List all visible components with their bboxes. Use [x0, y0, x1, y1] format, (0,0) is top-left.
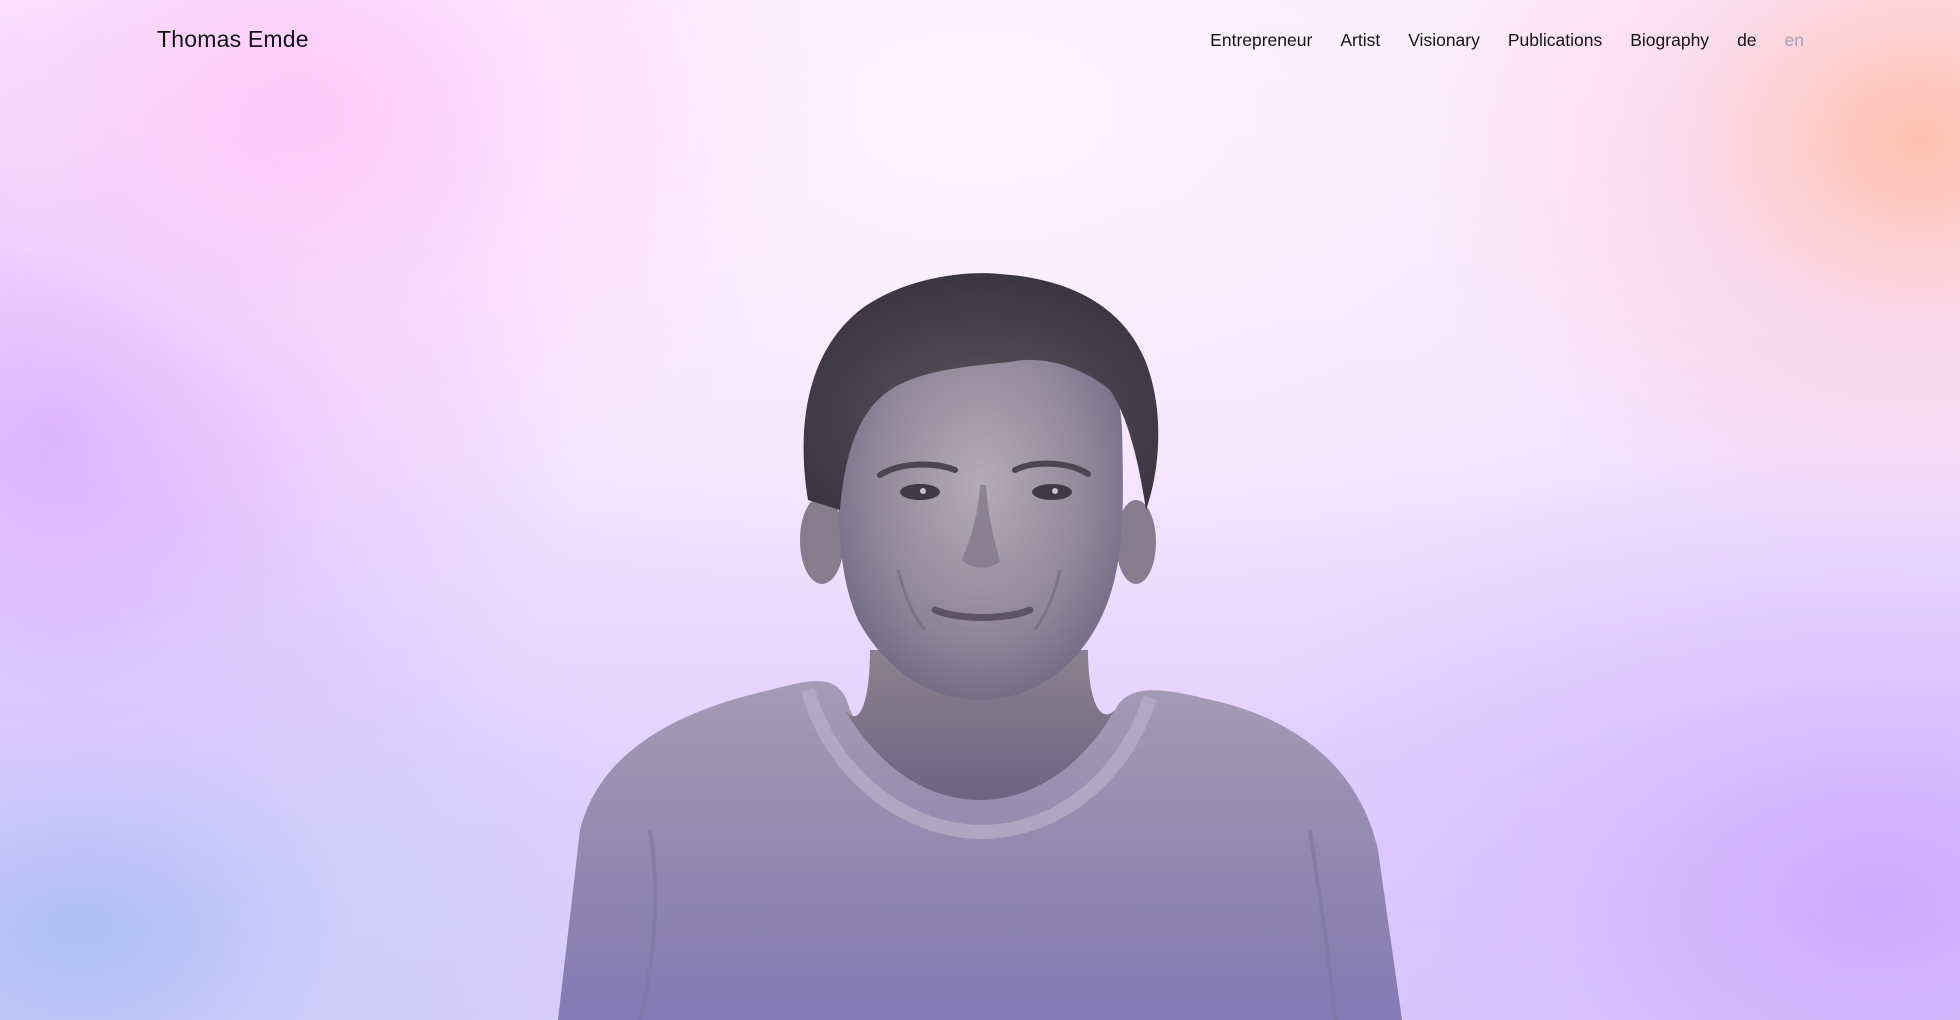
portrait-photo [540, 270, 1420, 1020]
site-logo[interactable]: Thomas Emde [157, 26, 309, 53]
language-de[interactable]: de [1737, 30, 1756, 51]
nav-item-artist[interactable]: Artist [1340, 30, 1380, 51]
site-header: Thomas Emde Entrepreneur Artist Visionar… [0, 0, 1960, 82]
nav-item-publications[interactable]: Publications [1508, 30, 1602, 51]
nav-item-biography[interactable]: Biography [1630, 30, 1709, 51]
language-en[interactable]: en [1785, 30, 1804, 51]
nav-item-visionary[interactable]: Visionary [1408, 30, 1480, 51]
main-nav: Entrepreneur Artist Visionary Publicatio… [1210, 30, 1804, 51]
nav-item-entrepreneur[interactable]: Entrepreneur [1210, 30, 1312, 51]
